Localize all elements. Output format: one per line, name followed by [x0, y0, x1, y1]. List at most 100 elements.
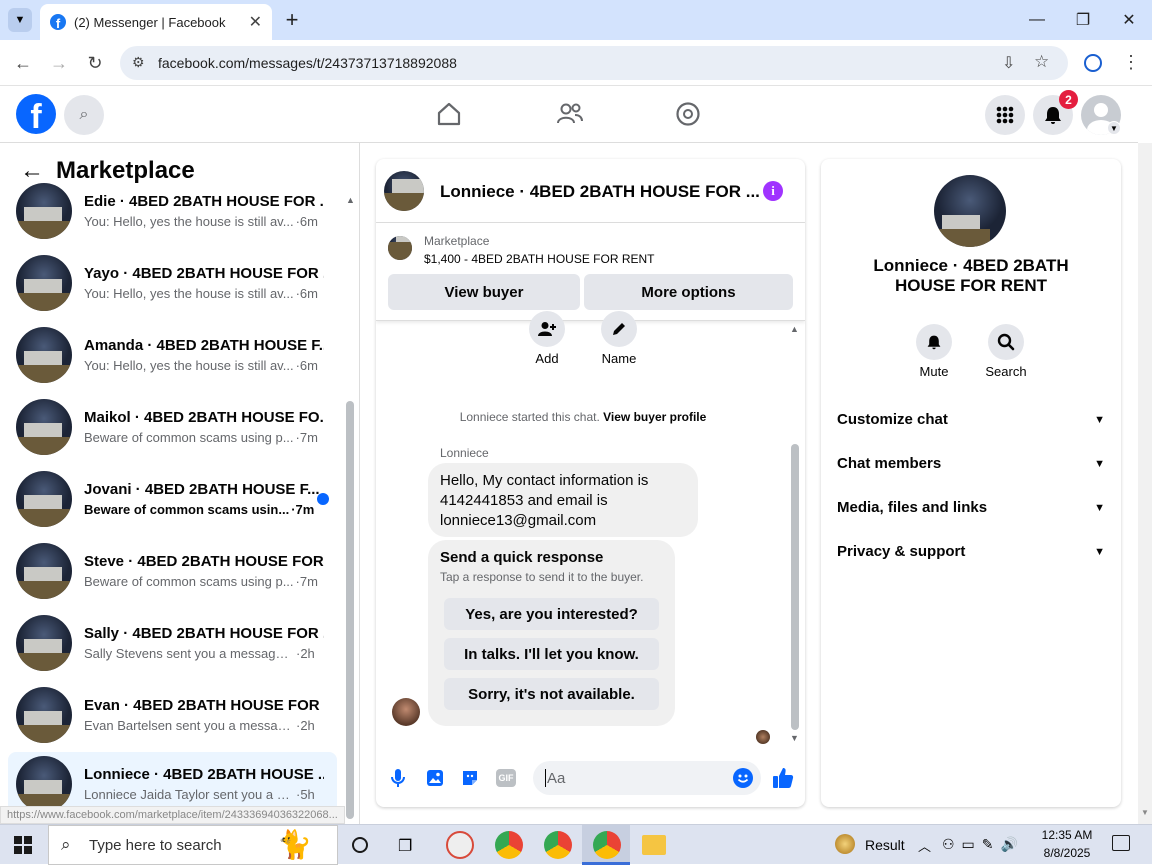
- view-buyer-button[interactable]: View buyer: [388, 274, 580, 310]
- tray-chevron-up-icon[interactable]: ︿: [918, 836, 931, 855]
- message-bubble[interactable]: Hello, My contact information is 4142441…: [428, 463, 698, 537]
- quick-reply-not-available-button[interactable]: Sorry, it's not available.: [444, 678, 659, 710]
- menu-grid-icon[interactable]: [985, 95, 1025, 135]
- chat-info-icon[interactable]: i: [763, 181, 783, 201]
- conversation-item[interactable]: Evan · 4BED 2BATH HOUSE FOR ... Evan Bart…: [8, 683, 337, 747]
- new-tab-button[interactable]: +: [280, 7, 304, 32]
- chrome-taskbar-icon[interactable]: [544, 831, 572, 859]
- chat-header: Lonniece · 4BED 2BATH HOUSE FOR ... i: [376, 159, 805, 223]
- conversation-title: Maikol · 4BED 2BATH HOUSE FO...: [84, 409, 324, 426]
- conversation-item[interactable]: Edie · 4BED 2BATH HOUSE FOR ... You: Hell…: [8, 179, 337, 243]
- listing-detail[interactable]: $1,400 - 4BED 2BATH HOUSE FOR RENT: [424, 252, 655, 266]
- conversation-item[interactable]: Amanda · 4BED 2BATH HOUSE F... You: Hello…: [8, 323, 337, 387]
- taskbar-search-placeholder: Type here to search: [89, 836, 222, 854]
- quick-reply-in-talks-button[interactable]: In talks. I'll let you know.: [444, 638, 659, 670]
- conversation-preview: Beware of common scams using p... ·7m: [84, 574, 324, 589]
- result-app-icon[interactable]: [835, 834, 855, 854]
- forward-button[interactable]: →: [44, 48, 74, 78]
- back-button[interactable]: ←: [8, 48, 38, 78]
- privacy-support-section[interactable]: Privacy & support ▼: [837, 543, 1105, 560]
- notification-center-icon[interactable]: [1112, 835, 1130, 851]
- cortana-icon[interactable]: [352, 837, 368, 853]
- conversation-title: Steve · 4BED 2BATH HOUSE FOR...: [84, 553, 324, 570]
- friends-icon[interactable]: [556, 101, 584, 127]
- chrome-taskbar-icon[interactable]: [593, 831, 621, 859]
- conversation-item[interactable]: Steve · 4BED 2BATH HOUSE FOR... Beware of…: [8, 539, 337, 603]
- chrome-menu-icon[interactable]: ⋮: [1122, 52, 1140, 73]
- quick-reply-yes-button[interactable]: Yes, are you interested?: [444, 598, 659, 630]
- chat-header-title[interactable]: Lonniece · 4BED 2BATH HOUSE FOR ...: [440, 182, 760, 202]
- taskbar-app-icon[interactable]: [446, 831, 474, 859]
- conversation-avatar: [16, 327, 72, 383]
- conversation-item[interactable]: Yayo · 4BED 2BATH HOUSE FOR ... You: Hell…: [8, 251, 337, 315]
- install-app-icon[interactable]: ⇩: [1002, 53, 1015, 73]
- chrome-taskbar-icon[interactable]: [495, 831, 523, 859]
- info-avatar[interactable]: [934, 175, 1006, 247]
- gif-icon[interactable]: GIF: [496, 769, 516, 787]
- page-scroll-down-icon[interactable]: ▼: [1141, 808, 1149, 817]
- result-label[interactable]: Result: [865, 837, 905, 853]
- tray-icons[interactable]: ⚇▭✎🔊: [942, 836, 1025, 853]
- windows-start-icon[interactable]: [14, 836, 32, 854]
- mute-bell-icon[interactable]: [916, 324, 952, 360]
- clock-time[interactable]: 12:35 AM: [1030, 828, 1104, 842]
- like-thumb-icon[interactable]: [771, 766, 795, 790]
- reload-button[interactable]: ↻: [80, 48, 110, 78]
- clock-date[interactable]: 8/8/2025: [1030, 846, 1104, 860]
- groups-icon[interactable]: [675, 101, 701, 127]
- site-info-icon[interactable]: ⚙: [132, 54, 145, 71]
- conversation-item[interactable]: Sally · 4BED 2BATH HOUSE FOR ... Sally St…: [8, 611, 337, 675]
- customize-chat-section[interactable]: Customize chat ▼: [837, 411, 1105, 428]
- media-files-links-section[interactable]: Media, files and links ▼: [837, 499, 1105, 516]
- profile-icon[interactable]: [1084, 54, 1102, 72]
- page-scrollbar[interactable]: [1138, 143, 1152, 824]
- conversation-item[interactable]: Maikol · 4BED 2BATH HOUSE FO... Beware of…: [8, 395, 337, 459]
- task-view-icon[interactable]: ❐: [398, 836, 412, 856]
- emoji-icon[interactable]: [733, 768, 753, 788]
- minimize-button[interactable]: —: [1014, 0, 1060, 40]
- file-explorer-icon[interactable]: [642, 835, 666, 855]
- conversation-time: ·6m: [295, 358, 318, 373]
- conversation-time: ·7m: [291, 502, 315, 517]
- add-person-icon[interactable]: [529, 311, 565, 347]
- quick-response-title: Send a quick response: [440, 549, 604, 566]
- tab-list-dropdown[interactable]: ▼: [8, 8, 32, 32]
- sticker-icon[interactable]: [460, 768, 480, 788]
- tab-close-icon[interactable]: ✕: [249, 12, 262, 32]
- facebook-logo-icon[interactable]: f: [16, 94, 56, 134]
- account-chevron-icon[interactable]: ▼: [1107, 121, 1121, 135]
- more-options-button[interactable]: More options: [584, 274, 793, 310]
- photo-icon[interactable]: [425, 768, 445, 788]
- listing-thumbnail[interactable]: [388, 236, 412, 260]
- chat-avatar[interactable]: [384, 171, 424, 211]
- chevron-down-icon: ▼: [1094, 545, 1105, 558]
- conversation-avatar: [16, 399, 72, 455]
- chat-members-section[interactable]: Chat members ▼: [837, 455, 1105, 472]
- chat-scroll-up-icon[interactable]: ▲: [790, 324, 799, 334]
- list-scrollbar[interactable]: [346, 401, 354, 819]
- bookmark-star-icon[interactable]: ☆: [1034, 52, 1049, 72]
- close-window-button[interactable]: ✕: [1106, 0, 1152, 40]
- message-input[interactable]: Aa: [533, 761, 761, 795]
- taskbar-search-box[interactable]: ⌕ Type here to search 🐈: [48, 825, 338, 865]
- view-buyer-profile-link[interactable]: View buyer profile: [603, 410, 706, 424]
- notification-badge: 2: [1059, 90, 1078, 109]
- section-label: Media, files and links: [837, 499, 988, 516]
- maximize-button[interactable]: ❐: [1060, 0, 1106, 40]
- conversation-item[interactable]: Jovani · 4BED 2BATH HOUSE F... Beware of …: [8, 467, 337, 531]
- conversation-preview: You: Hello, yes the house is still av...…: [84, 214, 324, 229]
- search-icon[interactable]: ⌕: [64, 95, 104, 135]
- scroll-up-arrow-icon[interactable]: ▲: [346, 195, 355, 205]
- chat-started-notice: Lonniece started this chat. View buyer p…: [376, 410, 790, 424]
- edit-name-icon[interactable]: [601, 311, 637, 347]
- facebook-favicon-icon: f: [50, 14, 66, 30]
- voice-clip-icon[interactable]: [389, 768, 407, 788]
- search-in-chat-icon[interactable]: [988, 324, 1024, 360]
- chat-scrollbar[interactable]: [791, 444, 799, 730]
- conversation-message: Sally Stevens sent you a message a...: [84, 646, 294, 661]
- sender-avatar[interactable]: [392, 698, 420, 726]
- chat-scroll-down-icon[interactable]: ▼: [790, 733, 799, 743]
- browser-tab[interactable]: f (2) Messenger | Facebook ✕: [40, 4, 272, 40]
- address-bar[interactable]: ⚙ facebook.com/messages/t/24373713718892…: [120, 46, 1068, 80]
- home-icon[interactable]: [436, 101, 462, 127]
